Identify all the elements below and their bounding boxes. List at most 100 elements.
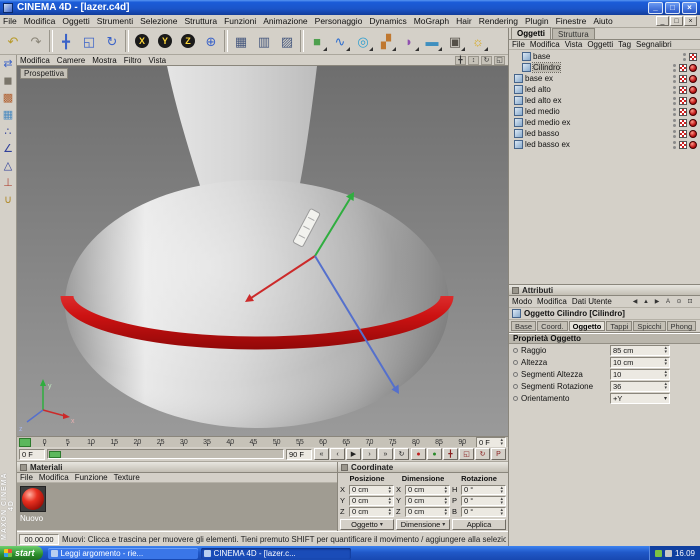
viewport-menu-camere[interactable]: Camere	[57, 56, 85, 65]
menu-funzioni[interactable]: Funzioni	[224, 16, 256, 26]
animation-dot-icon[interactable]	[513, 359, 518, 365]
menu-oggetti[interactable]: Oggetti	[62, 16, 89, 26]
coordinate-system-icon[interactable]: ⊕	[200, 30, 222, 52]
attr-menu-modo[interactable]: Modo	[512, 297, 532, 306]
slider-thumb[interactable]	[49, 450, 61, 458]
loop-button[interactable]: ↻	[394, 448, 409, 460]
lock-z-icon[interactable]: Z	[177, 30, 199, 52]
visibility-dots-icon[interactable]	[673, 107, 677, 116]
material-tag-icon[interactable]	[689, 129, 697, 138]
menu-selezione[interactable]: Selezione	[140, 16, 177, 26]
menu-plugin[interactable]: Plugin	[525, 16, 549, 26]
menu-rendering[interactable]: Rendering	[479, 16, 518, 26]
size-mode-dropdown[interactable]: Dimensione ▾	[396, 519, 450, 530]
visibility-dots-icon[interactable]	[683, 52, 687, 61]
texture-tag-icon[interactable]	[679, 74, 687, 83]
material-tag-icon[interactable]	[689, 107, 697, 116]
menu-finestre[interactable]: Finestre	[556, 16, 587, 26]
toggle-view-icon[interactable]: ◱	[494, 55, 505, 65]
size-y-field[interactable]: 0 cm ▴ ▾	[405, 495, 450, 506]
viewport-menu-modifica[interactable]: Modifica	[20, 56, 50, 65]
object-row-led-alto-ex[interactable]: led alto ex	[509, 95, 700, 106]
menu-mograph[interactable]: MoGraph	[414, 16, 449, 26]
rotation-b-field[interactable]: 0 ° ▴ ▾	[461, 506, 506, 517]
viewport-menu-vista[interactable]: Vista	[148, 56, 166, 65]
points-mode-icon[interactable]: ∴	[1, 125, 16, 140]
texture-mode-icon[interactable]: ▩	[1, 91, 16, 106]
position-y-field[interactable]: 0 cm ▴ ▾	[349, 495, 394, 506]
polygons-mode-icon[interactable]: △	[1, 159, 16, 174]
menu-personaggio[interactable]: Personaggio	[315, 16, 363, 26]
record-parameter-button[interactable]: P	[491, 448, 506, 460]
om-menu-tag[interactable]: Tag	[618, 40, 631, 49]
stepper-icon[interactable]: ▴ ▾	[664, 370, 667, 379]
scale-tool-icon[interactable]: ◱	[78, 30, 100, 52]
lock-y-icon[interactable]: Y	[154, 30, 176, 52]
texture-tag-icon[interactable]	[679, 85, 687, 94]
om-menu-oggetti[interactable]: Oggetti	[587, 40, 613, 49]
object-row-cilindro[interactable]: Cilindro	[509, 62, 700, 73]
pan-view-icon[interactable]: ╋	[455, 55, 466, 65]
maximize-button[interactable]: □	[665, 1, 680, 14]
materials-menu-funzione[interactable]: Funzione	[75, 473, 108, 482]
texture-tag-icon[interactable]	[679, 129, 687, 138]
menu-dynamics[interactable]: Dynamics	[369, 16, 406, 26]
material-tag-icon[interactable]	[689, 118, 697, 127]
tab-coord[interactable]: Coord.	[537, 321, 568, 331]
add-scene-icon[interactable]: ▬	[421, 30, 443, 52]
move-tool-icon[interactable]: ╋	[55, 30, 77, 52]
nav-back-icon[interactable]: ◀	[630, 297, 640, 306]
animation-dot-icon[interactable]	[513, 347, 518, 353]
om-menu-vista[interactable]: Vista	[565, 40, 583, 49]
record-rotation-button[interactable]: ↻	[475, 448, 490, 460]
record-keyframe-button[interactable]: ●	[411, 448, 426, 460]
texture-tag-icon[interactable]	[679, 96, 687, 105]
material-nuovo[interactable]: Nuovo	[20, 486, 46, 527]
render-view-icon[interactable]: ▦	[230, 30, 252, 52]
attr-menu-dati-utente[interactable]: Dati Utente	[572, 297, 612, 306]
add-spline-icon[interactable]: ∿	[329, 30, 351, 52]
menu-modifica[interactable]: Modifica	[24, 16, 56, 26]
add-array-icon[interactable]: ▞	[375, 30, 397, 52]
object-row-base[interactable]: base	[509, 51, 700, 62]
material-preview[interactable]	[20, 486, 46, 512]
object-row-led-medio[interactable]: led medio	[509, 106, 700, 117]
tab-tappi[interactable]: Tappi	[606, 321, 633, 331]
minimize-button[interactable]: _	[648, 1, 663, 14]
model-mode-icon[interactable]: ◼	[1, 74, 16, 89]
mdi-minimize-button[interactable]: _	[656, 16, 669, 26]
texture-tag-icon[interactable]	[679, 140, 687, 149]
visibility-dots-icon[interactable]	[673, 74, 677, 83]
prev-key-button[interactable]: ‹	[330, 448, 345, 460]
range-end-field[interactable]: 90 F	[286, 448, 312, 460]
close-button[interactable]: ×	[682, 1, 697, 14]
mdi-restore-button[interactable]: □	[670, 16, 683, 26]
rotate-tool-icon[interactable]: ↻	[101, 30, 123, 52]
task-leggi-argomento-rie[interactable]: Leggi argomento - rie...	[47, 547, 198, 559]
size-x-field[interactable]: 0 cm ▴ ▾	[405, 484, 450, 495]
visibility-dots-icon[interactable]	[673, 140, 677, 149]
record-scale-button[interactable]: ◱	[459, 448, 474, 460]
object-row-led-medio-ex[interactable]: led medio ex	[509, 117, 700, 128]
redo-icon[interactable]: ↷	[25, 30, 47, 52]
nav-forward-icon[interactable]: ▶	[652, 297, 662, 306]
nav-up-icon[interactable]: ▲	[641, 297, 651, 306]
range-start-field[interactable]: 0 F	[19, 448, 45, 460]
tab-struttura[interactable]: Struttura	[552, 28, 595, 39]
visibility-dots-icon[interactable]	[673, 118, 677, 127]
mdi-close-button[interactable]: ×	[684, 16, 697, 26]
object-row-led-basso[interactable]: led basso	[509, 128, 700, 139]
stepper-icon[interactable]: ▴ ▾	[664, 346, 667, 355]
tab-oggetto[interactable]: Oggetto	[568, 321, 606, 331]
frame-ticks[interactable]: 0 5 10 15 20 25 30 35 40 45 50 55 60 65 70 75 80 85 90	[33, 438, 474, 446]
materials-menu-file[interactable]: File	[20, 473, 33, 482]
undo-icon[interactable]: ↶	[2, 30, 24, 52]
apply-button[interactable]: Applica	[452, 519, 506, 530]
stepper-icon[interactable]: ▴ ▾	[500, 438, 503, 447]
om-menu-file[interactable]: File	[512, 40, 525, 49]
task-cinema-4d-lazer-c[interactable]: CINEMA 4D - [lazer.c...	[200, 547, 351, 559]
stepper-icon[interactable]: ▴ ▾	[664, 358, 667, 367]
autokey-button[interactable]: ●	[427, 448, 442, 460]
add-light-icon[interactable]: ☼	[467, 30, 489, 52]
animation-dot-icon[interactable]	[513, 383, 518, 389]
